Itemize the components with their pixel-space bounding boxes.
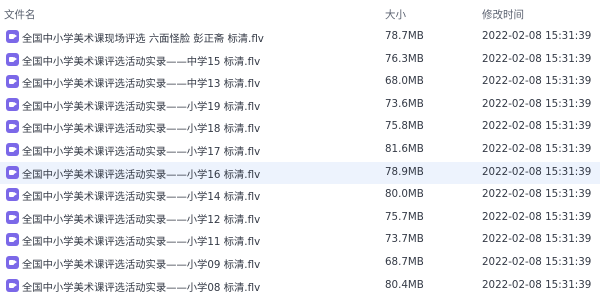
video-file-icon [6, 30, 19, 43]
file-size: 81.6MB [385, 142, 424, 155]
file-name: 全国中小学美术课评选活动实录——小学09 标清.flv [22, 258, 261, 271]
file-name: 全国中小学美术课评选活动实录——小学19 标清.flv [22, 100, 261, 113]
file-row[interactable]: 全国中小学美术课评选活动实录——中学15 标清.flv 76.3MB 2022-… [0, 49, 600, 72]
file-modified-time: 2022-02-08 15:31:39 [482, 142, 592, 155]
video-file-icon [6, 210, 19, 224]
video-file-icon [6, 278, 19, 292]
file-size: 78.7MB [385, 30, 424, 42]
file-rows: 全国中小学美术课现场评选 六面怪脸 彭正斋 标清.flv 78.7MB 2022… [0, 26, 600, 293]
video-file-icon [6, 165, 19, 179]
column-header-name[interactable]: 文件名 [4, 7, 36, 22]
file-name: 全国中小学美术课评选活动实录——小学12 标清.flv [22, 213, 261, 226]
file-size: 78.9MB [385, 165, 424, 178]
video-file-icon [6, 255, 19, 269]
file-modified-time: 2022-02-08 15:31:39 [482, 75, 592, 88]
file-name: 全国中小学美术课评选活动实录——中学15 标清.flv [22, 55, 261, 68]
file-name: 全国中小学美术课现场评选 六面怪脸 彭正斋 标清.flv [22, 33, 264, 45]
file-row[interactable]: 全国中小学美术课评选活动实录——小学16 标清.flv 78.9MB 2022-… [0, 161, 600, 185]
file-row[interactable]: 全国中小学美术课评选活动实录——小学14 标清.flv 80.0MB 2022-… [0, 184, 600, 207]
file-size: 68.0MB [385, 75, 424, 88]
file-name: 全国中小学美术课评选活动实录——小学17 标清.flv [22, 145, 261, 158]
file-modified-time: 2022-02-08 15:31:39 [482, 188, 592, 201]
file-row[interactable]: 全国中小学美术课评选活动实录——小学08 标清.flv 80.4MB 2022-… [0, 275, 600, 293]
file-list: 文件名 大小 修改时间 全国中小学美术课现场评选 六面怪脸 彭正斋 标清.flv… [0, 0, 600, 293]
file-row[interactable]: 全国中小学美术课评选活动实录——小学17 标清.flv 81.6MB 2022-… [0, 139, 600, 162]
file-size: 73.6MB [385, 97, 424, 110]
video-file-icon [6, 97, 19, 111]
file-size: 75.8MB [385, 120, 424, 133]
video-file-icon [6, 52, 19, 66]
file-size: 80.0MB [385, 188, 424, 201]
file-row[interactable]: 全国中小学美术课评选活动实录——小学19 标清.flv 73.6MB 2022-… [0, 94, 600, 117]
video-file-icon [6, 75, 19, 89]
file-row[interactable]: 全国中小学美术课评选活动实录——小学09 标清.flv 68.7MB 2022-… [0, 252, 600, 275]
file-row[interactable]: 全国中小学美术课评选活动实录——小学18 标清.flv 75.8MB 2022-… [0, 116, 600, 139]
video-file-icon [6, 233, 19, 247]
file-name: 全国中小学美术课评选活动实录——小学18 标清.flv [22, 123, 261, 136]
file-modified-time: 2022-02-08 15:31:39 [482, 30, 592, 42]
file-modified-time: 2022-02-08 15:31:39 [482, 52, 592, 65]
file-name: 全国中小学美术课评选活动实录——小学14 标清.flv [22, 191, 261, 204]
column-header-size[interactable]: 大小 [385, 7, 406, 22]
file-name: 全国中小学美术课评选活动实录——中学13 标清.flv [22, 78, 261, 91]
file-modified-time: 2022-02-08 15:31:39 [482, 120, 592, 133]
video-file-icon [6, 188, 19, 202]
file-modified-time: 2022-02-08 15:31:39 [482, 233, 592, 246]
file-size: 68.7MB [385, 255, 424, 268]
file-name: 全国中小学美术课评选活动实录——小学16 标清.flv [22, 168, 261, 181]
video-file-icon [6, 142, 19, 156]
file-list-header: 文件名 大小 修改时间 [0, 0, 600, 26]
file-size: 76.3MB [385, 52, 424, 65]
file-row[interactable]: 全国中小学美术课评选活动实录——小学12 标清.flv 75.7MB 2022-… [0, 207, 600, 230]
file-row[interactable]: 全国中小学美术课评选活动实录——小学11 标清.flv 73.7MB 2022-… [0, 229, 600, 252]
file-size: 75.7MB [385, 210, 424, 223]
file-name: 全国中小学美术课评选活动实录——小学08 标清.flv [22, 281, 261, 293]
file-modified-time: 2022-02-08 15:31:39 [482, 97, 592, 110]
column-header-modified[interactable]: 修改时间 [482, 7, 524, 22]
video-file-icon [6, 120, 19, 134]
file-modified-time: 2022-02-08 15:31:39 [482, 278, 592, 291]
file-row[interactable]: 全国中小学美术课评选活动实录——中学13 标清.flv 68.0MB 2022-… [0, 71, 600, 94]
file-size: 80.4MB [385, 278, 424, 291]
file-size: 73.7MB [385, 233, 424, 246]
file-row[interactable]: 全国中小学美术课现场评选 六面怪脸 彭正斋 标清.flv 78.7MB 2022… [0, 26, 600, 49]
file-modified-time: 2022-02-08 15:31:39 [482, 255, 592, 268]
file-modified-time: 2022-02-08 15:31:39 [482, 165, 592, 178]
file-name: 全国中小学美术课评选活动实录——小学11 标清.flv [22, 236, 261, 249]
file-modified-time: 2022-02-08 15:31:39 [482, 210, 592, 223]
